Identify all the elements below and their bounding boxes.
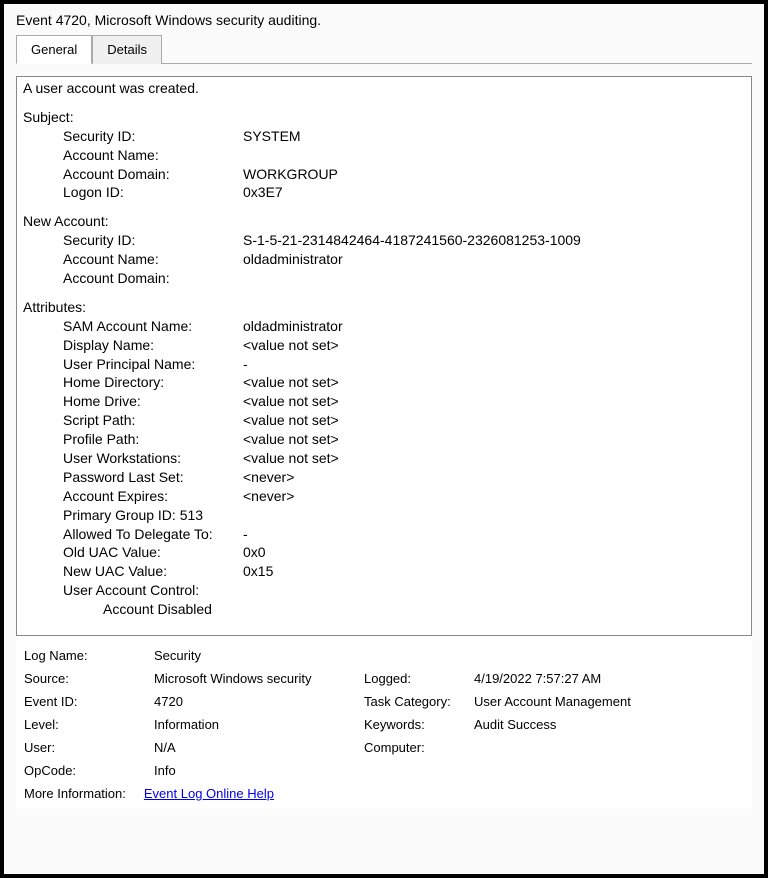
subject-logon-id-key: Logon ID: xyxy=(63,183,243,202)
attr-script-row: Script Path: <value not set> xyxy=(23,411,745,430)
more-information-label: More Information: xyxy=(24,786,126,801)
source-label: Source: xyxy=(24,671,154,686)
attr-primary-group-row: Primary Group ID: 513 xyxy=(23,506,745,525)
more-information-row: More Information: Event Log Online Help xyxy=(16,778,752,809)
new-account-security-id-key: Security ID: xyxy=(63,231,243,250)
attr-homedrive-val: <value not set> xyxy=(243,392,745,411)
subject-logon-id-row: Logon ID: 0x3E7 xyxy=(23,183,745,202)
attr-pwset-row: Password Last Set: <never> xyxy=(23,468,745,487)
subject-security-id-val: SYSTEM xyxy=(243,127,745,146)
attr-delegate-key: Allowed To Delegate To: xyxy=(63,525,243,544)
logged-value: 4/19/2022 7:57:27 AM xyxy=(474,671,744,686)
user-label: User: xyxy=(24,740,154,755)
attr-display-val: <value not set> xyxy=(243,336,745,355)
task-category-value: User Account Management xyxy=(474,694,744,709)
subject-account-domain-row: Account Domain: WORKGROUP xyxy=(23,165,745,184)
attr-uac-row: User Account Control: xyxy=(23,581,745,600)
attr-expires-val: <never> xyxy=(243,487,745,506)
new-account-security-id-val: S-1-5-21-2314842464-4187241560-232608125… xyxy=(243,231,745,250)
new-account-section-label: New Account: xyxy=(23,212,745,231)
attr-upn-key: User Principal Name: xyxy=(63,355,243,374)
attr-display-key: Display Name: xyxy=(63,336,243,355)
new-account-name-row: Account Name: oldadministrator xyxy=(23,250,745,269)
log-name-label: Log Name: xyxy=(24,648,154,663)
new-account-domain-row: Account Domain: xyxy=(23,269,745,288)
event-headline: A user account was created. xyxy=(23,79,745,98)
attr-olduac-key: Old UAC Value: xyxy=(63,543,243,562)
attr-sam-val: oldadministrator xyxy=(243,317,745,336)
attr-homedir-row: Home Directory: <value not set> xyxy=(23,373,745,392)
attr-pwset-val: <never> xyxy=(243,468,745,487)
subject-account-name-val xyxy=(243,146,745,165)
subject-security-id-row: Security ID: SYSTEM xyxy=(23,127,745,146)
attr-newuac-row: New UAC Value: 0x15 xyxy=(23,562,745,581)
event-id-value: 4720 xyxy=(154,694,364,709)
log-name-value: Security xyxy=(154,648,364,663)
task-category-label: Task Category: xyxy=(364,694,474,709)
attr-homedir-val: <value not set> xyxy=(243,373,745,392)
attr-delegate-val: - xyxy=(243,525,745,544)
user-value: N/A xyxy=(154,740,364,755)
attr-workstations-key: User Workstations: xyxy=(63,449,243,468)
attr-uac-disabled: Account Disabled xyxy=(23,600,745,619)
attr-expires-row: Account Expires: <never> xyxy=(23,487,745,506)
event-viewer-panel: Event 4720, Microsoft Windows security a… xyxy=(0,0,768,878)
tab-general[interactable]: General xyxy=(16,35,92,64)
attr-profile-row: Profile Path: <value not set> xyxy=(23,430,745,449)
opcode-label: OpCode: xyxy=(24,763,154,778)
source-value: Microsoft Windows security xyxy=(154,671,364,686)
general-tab-content: A user account was created. Subject: Sec… xyxy=(16,76,752,809)
attr-upn-row: User Principal Name: - xyxy=(23,355,745,374)
logged-label: Logged: xyxy=(364,671,474,686)
keywords-label: Keywords: xyxy=(364,717,474,732)
attr-sam-row: SAM Account Name: oldadministrator xyxy=(23,317,745,336)
attr-olduac-row: Old UAC Value: 0x0 xyxy=(23,543,745,562)
attr-workstations-val: <value not set> xyxy=(243,449,745,468)
subject-account-domain-val: WORKGROUP xyxy=(243,165,745,184)
attr-newuac-key: New UAC Value: xyxy=(63,562,243,581)
attr-newuac-val: 0x15 xyxy=(243,562,745,581)
computer-label: Computer: xyxy=(364,740,474,755)
event-description-textbox[interactable]: A user account was created. Subject: Sec… xyxy=(16,76,752,636)
new-account-security-id-row: Security ID: S-1-5-21-2314842464-4187241… xyxy=(23,231,745,250)
attr-script-key: Script Path: xyxy=(63,411,243,430)
opcode-value: Info xyxy=(154,763,364,778)
attr-homedrive-row: Home Drive: <value not set> xyxy=(23,392,745,411)
subject-account-name-key: Account Name: xyxy=(63,146,243,165)
computer-value xyxy=(474,740,744,755)
attr-profile-val: <value not set> xyxy=(243,430,745,449)
attr-display-row: Display Name: <value not set> xyxy=(23,336,745,355)
event-metadata-grid: Log Name: Security Source: Microsoft Win… xyxy=(16,648,752,778)
attr-homedir-key: Home Directory: xyxy=(63,373,243,392)
attr-profile-key: Profile Path: xyxy=(63,430,243,449)
level-value: Information xyxy=(154,717,364,732)
attr-sam-key: SAM Account Name: xyxy=(63,317,243,336)
attributes-section-label: Attributes: xyxy=(23,298,745,317)
attr-pwset-key: Password Last Set: xyxy=(63,468,243,487)
event-id-label: Event ID: xyxy=(24,694,154,709)
subject-logon-id-val: 0x3E7 xyxy=(243,183,745,202)
new-account-name-val: oldadministrator xyxy=(243,250,745,269)
attr-delegate-row: Allowed To Delegate To: - xyxy=(23,525,745,544)
event-title: Event 4720, Microsoft Windows security a… xyxy=(4,4,764,34)
subject-account-name-row: Account Name: xyxy=(23,146,745,165)
attr-script-val: <value not set> xyxy=(243,411,745,430)
tab-details[interactable]: Details xyxy=(92,35,162,64)
attr-olduac-val: 0x0 xyxy=(243,543,745,562)
attr-expires-key: Account Expires: xyxy=(63,487,243,506)
new-account-name-key: Account Name: xyxy=(63,250,243,269)
subject-account-domain-key: Account Domain: xyxy=(63,165,243,184)
new-account-domain-val xyxy=(243,269,745,288)
event-log-online-help-link[interactable]: Event Log Online Help xyxy=(144,786,274,801)
level-label: Level: xyxy=(24,717,154,732)
attr-homedrive-key: Home Drive: xyxy=(63,392,243,411)
attr-upn-val: - xyxy=(243,355,745,374)
keywords-value: Audit Success xyxy=(474,717,744,732)
subject-section-label: Subject: xyxy=(23,108,745,127)
tab-strip: General Details xyxy=(16,34,752,64)
subject-security-id-key: Security ID: xyxy=(63,127,243,146)
new-account-domain-key: Account Domain: xyxy=(63,269,243,288)
attr-workstations-row: User Workstations: <value not set> xyxy=(23,449,745,468)
